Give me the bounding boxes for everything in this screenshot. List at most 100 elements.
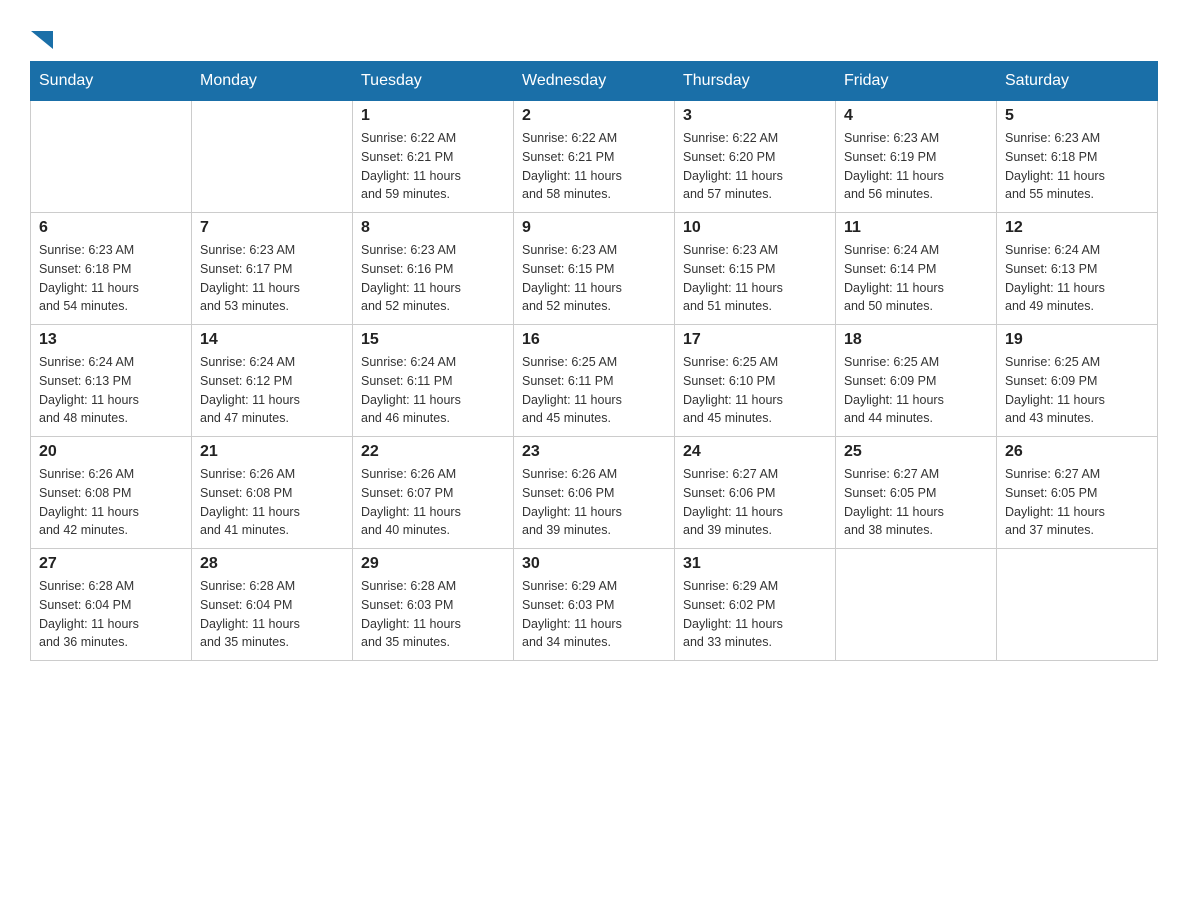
- weekday-header-friday: Friday: [836, 62, 997, 101]
- day-info: Sunrise: 6:25 AM Sunset: 6:10 PM Dayligh…: [683, 353, 827, 428]
- calendar-cell: 24 Sunrise: 6:27 AM Sunset: 6:06 PM Dayli…: [675, 437, 836, 549]
- day-info: Sunrise: 6:23 AM Sunset: 6:18 PM Dayligh…: [39, 241, 183, 316]
- calendar-cell: 3Sunrise: 6:22 AM Sunset: 6:20 PM Daylig…: [675, 101, 836, 213]
- day-info: Sunrise: 6:24 AM Sunset: 6:12 PM Dayligh…: [200, 353, 344, 428]
- calendar-week-row: 20Sunrise: 6:26 AM Sunset: 6:08 PM Dayli…: [31, 437, 1158, 549]
- calendar-cell: 7Sunrise: 6:23 AM Sunset: 6:17 PM Daylig…: [192, 213, 353, 325]
- day-info: Sunrise: 6:27 AM Sunset: 6:05 PM Dayligh…: [1005, 465, 1149, 540]
- calendar-cell: [31, 101, 192, 213]
- page-header: ​: [30, 20, 1158, 51]
- day-number: 1: [361, 107, 505, 125]
- day-info: Sunrise: 6:22 AM Sunset: 6:21 PM Dayligh…: [522, 129, 666, 204]
- calendar-cell: 16 Sunrise: 6:25 AM Sunset: 6:11 PM Dayli…: [514, 325, 675, 437]
- day-info: Sunrise: 6:23 AM Sunset: 6:15 PM Dayligh…: [522, 241, 666, 316]
- day-number: 17: [683, 331, 827, 349]
- day-number: 31: [683, 555, 827, 573]
- calendar-cell: 19 Sunrise: 6:25 AM Sunset: 6:09 PM Dayli…: [997, 325, 1158, 437]
- calendar-cell: 15 Sunrise: 6:24 AM Sunset: 6:11 PM Dayli…: [353, 325, 514, 437]
- calendar-cell: 6 Sunrise: 6:23 AM Sunset: 6:18 PM Daylig…: [31, 213, 192, 325]
- calendar-cell: 10Sunrise: 6:23 AM Sunset: 6:15 PM Dayli…: [675, 213, 836, 325]
- day-info: Sunrise: 6:27 AM Sunset: 6:05 PM Dayligh…: [844, 465, 988, 540]
- day-info: Sunrise: 6:24 AM Sunset: 6:13 PM Dayligh…: [1005, 241, 1149, 316]
- calendar-week-row: 1 Sunrise: 6:22 AM Sunset: 6:21 PM Daylig…: [31, 101, 1158, 213]
- weekday-header-monday: Monday: [192, 62, 353, 101]
- calendar-cell: 17 Sunrise: 6:25 AM Sunset: 6:10 PM Dayli…: [675, 325, 836, 437]
- calendar-cell: 2 Sunrise: 6:22 AM Sunset: 6:21 PM Daylig…: [514, 101, 675, 213]
- day-number: 2: [522, 107, 666, 125]
- day-number: 7: [200, 219, 344, 237]
- calendar-cell: 27 Sunrise: 6:28 AM Sunset: 6:04 PM Dayli…: [31, 549, 192, 661]
- day-info: Sunrise: 6:26 AM Sunset: 6:08 PM Dayligh…: [39, 465, 183, 540]
- day-info: Sunrise: 6:22 AM Sunset: 6:21 PM Dayligh…: [361, 129, 505, 204]
- day-number: 22: [361, 443, 505, 461]
- day-info: Sunrise: 6:24 AM Sunset: 6:14 PM Dayligh…: [844, 241, 988, 316]
- calendar-cell: 9 Sunrise: 6:23 AM Sunset: 6:15 PM Daylig…: [514, 213, 675, 325]
- day-info: Sunrise: 6:29 AM Sunset: 6:03 PM Dayligh…: [522, 577, 666, 652]
- day-number: 8: [361, 219, 505, 237]
- day-info: Sunrise: 6:29 AM Sunset: 6:02 PM Dayligh…: [683, 577, 827, 652]
- day-info: Sunrise: 6:24 AM Sunset: 6:13 PM Dayligh…: [39, 353, 183, 428]
- weekday-header-saturday: Saturday: [997, 62, 1158, 101]
- calendar-cell: 21Sunrise: 6:26 AM Sunset: 6:08 PM Dayli…: [192, 437, 353, 549]
- day-number: 21: [200, 443, 344, 461]
- day-info: Sunrise: 6:25 AM Sunset: 6:11 PM Dayligh…: [522, 353, 666, 428]
- calendar-cell: 12 Sunrise: 6:24 AM Sunset: 6:13 PM Dayli…: [997, 213, 1158, 325]
- day-number: 28: [200, 555, 344, 573]
- calendar-cell: [192, 101, 353, 213]
- calendar-cell: [997, 549, 1158, 661]
- day-number: 24: [683, 443, 827, 461]
- day-info: Sunrise: 6:25 AM Sunset: 6:09 PM Dayligh…: [1005, 353, 1149, 428]
- day-number: 13: [39, 331, 183, 349]
- day-info: Sunrise: 6:25 AM Sunset: 6:09 PM Dayligh…: [844, 353, 988, 428]
- day-info: Sunrise: 6:27 AM Sunset: 6:06 PM Dayligh…: [683, 465, 827, 540]
- calendar-cell: 18 Sunrise: 6:25 AM Sunset: 6:09 PM Dayli…: [836, 325, 997, 437]
- calendar-body: 1 Sunrise: 6:22 AM Sunset: 6:21 PM Daylig…: [31, 101, 1158, 661]
- calendar-cell: 1 Sunrise: 6:22 AM Sunset: 6:21 PM Daylig…: [353, 101, 514, 213]
- calendar-table: SundayMondayTuesdayWednesdayThursdayFrid…: [30, 61, 1158, 661]
- day-number: 30: [522, 555, 666, 573]
- calendar-cell: 14Sunrise: 6:24 AM Sunset: 6:12 PM Dayli…: [192, 325, 353, 437]
- day-info: Sunrise: 6:28 AM Sunset: 6:03 PM Dayligh…: [361, 577, 505, 652]
- day-number: 19: [1005, 331, 1149, 349]
- day-number: 6: [39, 219, 183, 237]
- calendar-cell: 23 Sunrise: 6:26 AM Sunset: 6:06 PM Dayli…: [514, 437, 675, 549]
- day-number: 25: [844, 443, 988, 461]
- calendar-cell: 8 Sunrise: 6:23 AM Sunset: 6:16 PM Daylig…: [353, 213, 514, 325]
- day-info: Sunrise: 6:26 AM Sunset: 6:07 PM Dayligh…: [361, 465, 505, 540]
- day-number: 12: [1005, 219, 1149, 237]
- day-info: Sunrise: 6:28 AM Sunset: 6:04 PM Dayligh…: [39, 577, 183, 652]
- calendar-cell: 20Sunrise: 6:26 AM Sunset: 6:08 PM Dayli…: [31, 437, 192, 549]
- day-number: 23: [522, 443, 666, 461]
- calendar-cell: 28Sunrise: 6:28 AM Sunset: 6:04 PM Dayli…: [192, 549, 353, 661]
- day-info: Sunrise: 6:26 AM Sunset: 6:06 PM Dayligh…: [522, 465, 666, 540]
- day-info: Sunrise: 6:23 AM Sunset: 6:16 PM Dayligh…: [361, 241, 505, 316]
- day-number: 3: [683, 107, 827, 125]
- calendar-cell: 22 Sunrise: 6:26 AM Sunset: 6:07 PM Dayli…: [353, 437, 514, 549]
- day-number: 18: [844, 331, 988, 349]
- day-info: Sunrise: 6:23 AM Sunset: 6:18 PM Dayligh…: [1005, 129, 1149, 204]
- day-number: 9: [522, 219, 666, 237]
- calendar-cell: 31 Sunrise: 6:29 AM Sunset: 6:02 PM Dayli…: [675, 549, 836, 661]
- calendar-cell: 29 Sunrise: 6:28 AM Sunset: 6:03 PM Dayli…: [353, 549, 514, 661]
- calendar-cell: 11 Sunrise: 6:24 AM Sunset: 6:14 PM Dayli…: [836, 213, 997, 325]
- day-number: 11: [844, 219, 988, 237]
- day-number: 29: [361, 555, 505, 573]
- calendar-cell: [836, 549, 997, 661]
- weekday-header-tuesday: Tuesday: [353, 62, 514, 101]
- day-number: 16: [522, 331, 666, 349]
- calendar-cell: 26 Sunrise: 6:27 AM Sunset: 6:05 PM Dayli…: [997, 437, 1158, 549]
- weekday-header-wednesday: Wednesday: [514, 62, 675, 101]
- day-info: Sunrise: 6:23 AM Sunset: 6:15 PM Dayligh…: [683, 241, 827, 316]
- weekday-header-thursday: Thursday: [675, 62, 836, 101]
- day-number: 5: [1005, 107, 1149, 125]
- day-number: 4: [844, 107, 988, 125]
- calendar-cell: 4Sunrise: 6:23 AM Sunset: 6:19 PM Daylig…: [836, 101, 997, 213]
- day-number: 27: [39, 555, 183, 573]
- weekday-header-sunday: Sunday: [31, 62, 192, 101]
- logo: ​: [30, 20, 59, 51]
- logo-triangle-icon: [31, 31, 53, 49]
- day-number: 26: [1005, 443, 1149, 461]
- calendar-cell: 30 Sunrise: 6:29 AM Sunset: 6:03 PM Dayli…: [514, 549, 675, 661]
- day-info: Sunrise: 6:24 AM Sunset: 6:11 PM Dayligh…: [361, 353, 505, 428]
- day-number: 15: [361, 331, 505, 349]
